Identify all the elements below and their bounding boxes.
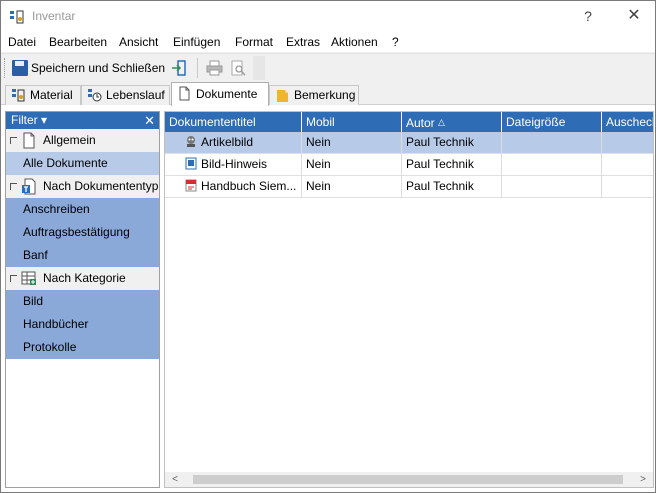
toolbar-end <box>253 56 265 80</box>
filter-panel: Filter ▾ ✕ Allgemein Alle Dokumente Nach… <box>5 111 160 488</box>
filter-close-icon[interactable]: ✕ <box>144 112 155 129</box>
column-mobil[interactable]: Mobil <box>302 112 402 132</box>
word-file-icon <box>185 157 197 170</box>
cell-dateigroesse <box>502 132 602 154</box>
table-row[interactable]: Artikelbild Nein Paul Technik <box>165 132 653 154</box>
save-and-close-label: Speichern und Schließen <box>31 61 166 75</box>
cell-auschecken <box>602 154 653 176</box>
print-preview-icon[interactable] <box>230 60 246 76</box>
tab-material-label: Material <box>30 88 73 102</box>
sort-ascending-icon: △ <box>438 117 445 127</box>
app-icon <box>10 10 24 24</box>
menu-bearbeiten[interactable]: Bearbeiten <box>49 35 107 49</box>
cell-title-text: Bild-Hinweis <box>201 157 268 171</box>
scrollbar-thumb[interactable] <box>193 475 623 484</box>
cell-title: Handbuch Siem... <box>165 176 302 198</box>
scroll-right-icon[interactable]: > <box>635 472 651 487</box>
table-row[interactable]: Bild-Hinweis Nein Paul Technik <box>165 154 653 176</box>
column-autor[interactable]: Autor △ <box>402 112 502 132</box>
app-window: Inventar ? ✕ Datei Bearbeiten Ansicht Ei… <box>0 0 656 493</box>
print-icon[interactable] <box>206 60 223 76</box>
save-and-close-button[interactable]: Speichern und Schließen <box>9 57 169 79</box>
documents-grid: Dokumententitel Mobil Autor △ Dateigröße… <box>164 111 654 488</box>
cell-mobil: Nein <box>302 154 402 176</box>
tab-bemerkung[interactable]: Bemerkung <box>269 85 359 105</box>
filter-group-dokumententyp[interactable]: Nach Dokumententyp <box>6 175 159 198</box>
pin-icon[interactable] <box>10 137 17 144</box>
filter-item-anschreiben[interactable]: Anschreiben <box>6 198 159 221</box>
toolbar: Speichern und Schließen <box>1 53 655 81</box>
close-button[interactable]: ✕ <box>619 5 649 27</box>
tab-dokumente[interactable]: Dokumente <box>171 82 269 106</box>
menu-help[interactable]: ? <box>392 35 399 49</box>
scroll-left-icon[interactable]: < <box>167 472 183 487</box>
menu-format[interactable]: Format <box>235 35 273 49</box>
menu-einfuegen[interactable]: Einfügen <box>173 35 220 49</box>
horizontal-scrollbar[interactable]: < > <box>165 472 653 487</box>
menu-bar: Datei Bearbeiten Ansicht Einfügen Format… <box>1 32 655 52</box>
note-icon <box>277 90 288 102</box>
menu-extras[interactable]: Extras <box>286 35 320 49</box>
cell-autor: Paul Technik <box>402 132 502 154</box>
toolbar-grip[interactable] <box>4 58 7 78</box>
document-icon <box>23 132 35 149</box>
cell-dateigroesse <box>502 176 602 198</box>
filter-group-label: Allgemein <box>43 133 96 147</box>
tab-material[interactable]: Material <box>5 85 81 105</box>
cell-mobil: Nein <box>302 176 402 198</box>
title-bar: Inventar ? ✕ <box>1 1 655 32</box>
menu-aktionen[interactable]: Aktionen <box>331 35 378 49</box>
material-icon <box>12 89 25 102</box>
cell-auschecken <box>602 176 653 198</box>
pin-icon[interactable] <box>10 183 17 190</box>
cell-title-text: Handbuch Siem... <box>201 179 297 193</box>
column-auschecken[interactable]: Auschecken <box>602 112 653 132</box>
save-icon <box>12 60 28 76</box>
history-icon <box>88 89 102 102</box>
doctype-icon <box>22 178 36 195</box>
filter-group-label: Nach Dokumententyp <box>43 179 159 193</box>
content-area: Filter ▾ ✕ Allgemein Alle Dokumente Nach… <box>1 105 655 492</box>
cell-autor: Paul Technik <box>402 176 502 198</box>
pin-icon[interactable] <box>10 275 17 282</box>
exit-icon[interactable] <box>171 60 187 76</box>
tab-lebenslauf-label: Lebenslauf <box>106 88 165 102</box>
category-icon <box>21 271 36 285</box>
window-title: Inventar <box>32 9 76 23</box>
filter-item-handbuecher[interactable]: Handbücher <box>6 313 159 336</box>
menu-datei[interactable]: Datei <box>8 35 36 49</box>
grid-header: Dokumententitel Mobil Autor △ Dateigröße… <box>165 112 653 132</box>
cell-auschecken <box>602 132 653 154</box>
document-icon <box>179 86 190 101</box>
tab-bemerkung-label: Bemerkung <box>294 88 356 102</box>
column-autor-label: Autor <box>406 116 435 130</box>
toolbar-separator <box>197 58 198 78</box>
menu-ansicht[interactable]: Ansicht <box>119 35 158 49</box>
cell-title-text: Artikelbild <box>201 135 254 149</box>
filter-item-banf[interactable]: Banf <box>6 244 159 267</box>
filter-item-bild[interactable]: Bild <box>6 290 159 313</box>
cell-title: Artikelbild <box>165 132 302 154</box>
filter-group-kategorie[interactable]: Nach Kategorie <box>6 267 159 290</box>
help-button[interactable]: ? <box>573 5 603 27</box>
filter-group-allgemein[interactable]: Allgemein <box>6 129 159 152</box>
cell-autor: Paul Technik <box>402 154 502 176</box>
filter-header[interactable]: Filter ▾ ✕ <box>6 112 159 129</box>
cell-dateigroesse <box>502 154 602 176</box>
filter-item-auftragsbestaetigung[interactable]: Auftragsbestätigung <box>6 221 159 244</box>
column-dateigroesse[interactable]: Dateigröße <box>502 112 602 132</box>
filter-item-alle-dokumente[interactable]: Alle Dokumente <box>6 152 159 175</box>
column-dokumententitel[interactable]: Dokumententitel <box>165 112 302 132</box>
filter-item-protokolle[interactable]: Protokolle <box>6 336 159 359</box>
filter-group-label: Nach Kategorie <box>43 271 126 285</box>
cell-title: Bild-Hinweis <box>165 154 302 176</box>
tab-bar: Material Lebenslauf Dokumente Bemerkung <box>1 82 655 106</box>
image-file-icon <box>187 136 195 147</box>
cell-mobil: Nein <box>302 132 402 154</box>
tab-dokumente-label: Dokumente <box>196 87 258 101</box>
tab-lebenslauf[interactable]: Lebenslauf <box>81 85 170 105</box>
pdf-file-icon <box>185 179 197 192</box>
filter-header-label: Filter ▾ <box>11 113 48 127</box>
table-row[interactable]: Handbuch Siem... Nein Paul Technik <box>165 176 653 198</box>
